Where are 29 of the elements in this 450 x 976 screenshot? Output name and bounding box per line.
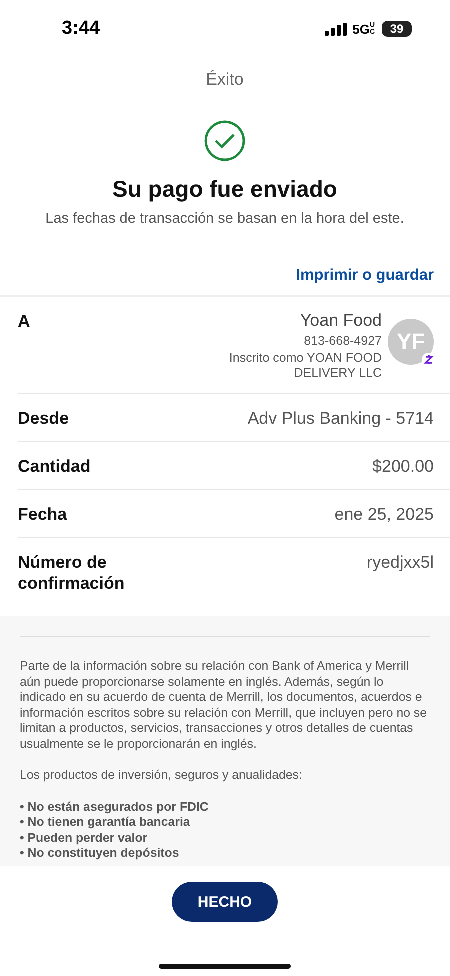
signal-icon (324, 22, 347, 36)
detail-label: Cantidad (18, 456, 91, 477)
battery-icon: 39 (382, 21, 412, 37)
print-link[interactable]: Imprimir o guardar (296, 267, 434, 285)
disclaimer-bullet: • No tienen garantía bancaria (20, 815, 192, 830)
detail-value: ene 25, 2025 (334, 504, 434, 525)
detail-value: $200.00 (372, 456, 434, 477)
zelle-badge-icon (422, 353, 436, 367)
disclaimer-bullet: • Pueden perder valor (20, 830, 149, 846)
disclaimer-paragraph: Parte de la información sobre su relación con Bank of America y Merrill aún puede proporcionarse solamente en inglés. Además, según lo indicado en su acuerdo de cuenta de Merrill, los documentos, acuerdos e información escritos sobre su relación con Merrill, que incluyen pero no se limitan a productos, servicios, transacciones y otros detalles de cuentas usualmente se le proporcionarán en inglés. (20, 659, 428, 752)
page-title: Éxito (206, 70, 244, 90)
disclaimer-bullet: • No constituyen depósitos (20, 846, 180, 862)
detail-label: Fecha (18, 504, 68, 525)
enrolled-name: Inscrito como YOAN FOOD DELIVERY LLC (228, 351, 382, 381)
success-heading: Su pago fue enviado (112, 176, 338, 203)
detail-value: Adv Plus Banking - 5714 (248, 408, 434, 429)
recipient-name: Yoan Food (300, 311, 382, 331)
recipient-phone: 813-668-4927 (304, 334, 382, 348)
home-indicator[interactable] (159, 964, 291, 969)
done-button[interactable]: HECHO (172, 882, 278, 922)
detail-label: Desde (18, 408, 70, 429)
detail-label: Número de confirmación (18, 552, 126, 594)
subtitle: Las fechas de transacción se basan en la hora del este. (46, 211, 404, 227)
detail-value: ryedjxx5l (366, 552, 434, 573)
status-time: 3:44 (62, 18, 102, 40)
disclaimer-paragraph: Los productos de inversión, seguros y anualidades: (20, 768, 304, 784)
disclaimer-bullet: • No están asegurados por FDIC (20, 800, 210, 815)
detail-label: A (18, 311, 30, 332)
check-circle-icon (204, 120, 246, 162)
